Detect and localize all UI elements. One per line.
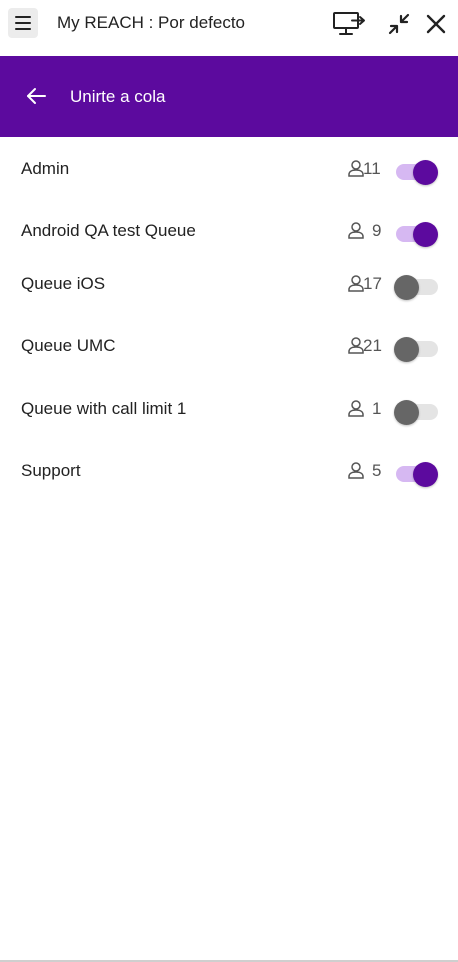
toggle-knob (394, 337, 419, 362)
user-icon (347, 461, 365, 479)
arrow-left-icon[interactable] (20, 80, 52, 112)
queue-member-count: 21 (363, 336, 382, 355)
queue-toggle[interactable] (394, 398, 438, 425)
page-title: Unirte a cola (70, 87, 166, 106)
app-title: My REACH : Por defecto (57, 13, 246, 32)
queue-name: Queue UMC (21, 336, 116, 355)
queue-toggle[interactable] (396, 460, 438, 487)
queue-row[interactable]: Support 5 (0, 446, 458, 496)
user-icon (347, 221, 365, 239)
queue-member-count: 17 (363, 274, 382, 293)
page-header: Unirte a cola (0, 56, 458, 137)
queue-name: Support (21, 461, 81, 480)
toggle-knob (394, 400, 419, 425)
user-icon (347, 399, 365, 417)
queue-row[interactable]: Admin 11 (0, 144, 458, 194)
toggle-knob (413, 160, 438, 185)
queue-member-count: 5 (372, 461, 382, 480)
close-icon[interactable] (419, 10, 453, 38)
queue-toggle[interactable] (394, 335, 438, 362)
queue-toggle[interactable] (394, 273, 438, 300)
queue-member-count: 1 (372, 399, 382, 418)
queue-name: Android QA test Queue (21, 221, 196, 240)
queue-row[interactable]: Queue UMC 21 (0, 321, 458, 371)
monitor-share-icon[interactable] (332, 10, 366, 38)
hamburger-menu-icon[interactable] (8, 8, 38, 38)
queue-member-count: 11 (363, 159, 381, 178)
queue-row[interactable]: Android QA test Queue 9 (0, 206, 458, 256)
queue-name: Admin (21, 159, 70, 178)
collapse-icon[interactable] (382, 10, 416, 38)
queue-row[interactable]: Queue iOS 17 (0, 259, 458, 309)
queue-name: Queue iOS (21, 274, 106, 293)
title-bar: My REACH : Por defecto (0, 0, 458, 56)
toggle-knob (394, 275, 419, 300)
queue-member-count: 9 (372, 221, 382, 240)
queue-row[interactable]: Queue with call limit 1 1 (0, 384, 458, 434)
toggle-knob (413, 462, 438, 487)
queue-name: Queue with call limit 1 (21, 399, 187, 418)
toggle-knob (413, 222, 438, 247)
queue-toggle[interactable] (396, 158, 438, 185)
queue-toggle[interactable] (396, 220, 438, 247)
